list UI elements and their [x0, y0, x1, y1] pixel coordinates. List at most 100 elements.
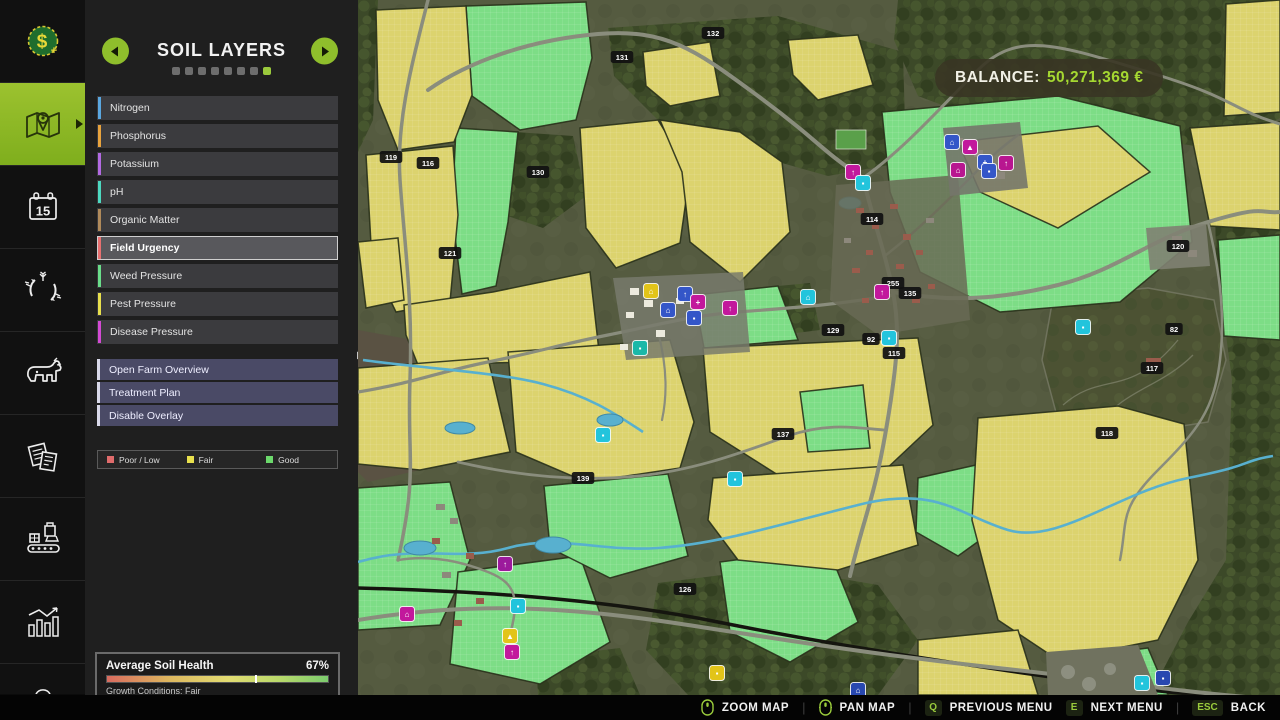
treatment-plan-button[interactable]: Treatment Plan — [97, 382, 338, 403]
svg-text:116: 116 — [422, 159, 434, 168]
svg-text:▪: ▪ — [639, 344, 642, 353]
sidebar-item-calendar[interactable]: 15 — [0, 166, 85, 249]
disable-overlay-button[interactable]: Disable Overlay — [97, 405, 338, 426]
back-control[interactable]: ESC BACK — [1192, 700, 1266, 716]
zoom-map-control[interactable]: ZOOM MAP — [701, 699, 789, 716]
layer-label: pH — [110, 186, 123, 198]
mouse-icon — [819, 699, 832, 716]
svg-text:↑: ↑ — [510, 648, 514, 657]
map-poi-icon[interactable]: + — [691, 295, 706, 310]
map-poi-icon[interactable]: ▪ — [596, 428, 611, 443]
map-poi-icon[interactable]: ▪ — [856, 176, 871, 191]
map-poi-icon[interactable]: ⌂ — [400, 607, 415, 622]
map-poi-icon[interactable]: ▪ — [1076, 320, 1091, 335]
map-poi-icon[interactable]: ▪ — [511, 599, 526, 614]
svg-text:▲: ▲ — [966, 143, 974, 152]
layer-color-bar — [98, 293, 101, 315]
legend-label: Good — [278, 455, 299, 465]
map-poi-icon[interactable]: ⌂ — [661, 303, 676, 318]
sidebar-item-animals[interactable] — [0, 332, 85, 415]
pan-map-control[interactable]: PAN MAP — [819, 699, 896, 716]
next-layer-page-button[interactable] — [311, 38, 338, 65]
layer-color-bar — [98, 321, 101, 343]
layer-item-organic-matter[interactable]: Organic Matter — [97, 208, 338, 232]
map-poi-icon[interactable]: ▲ — [963, 140, 978, 155]
layer-item-nitrogen[interactable]: Nitrogen — [97, 96, 338, 120]
layer-label: Nitrogen — [110, 102, 150, 114]
field-badge-121: 121 — [439, 247, 462, 259]
button-label: Treatment Plan — [109, 387, 180, 399]
map-poi-icon[interactable]: ↑ — [505, 645, 520, 660]
chevron-right-icon — [322, 46, 329, 56]
svg-text:↑: ↑ — [1004, 159, 1008, 168]
map-poi-icon[interactable]: ▪ — [1135, 676, 1150, 691]
layer-color-bar — [98, 153, 101, 175]
layer-item-phosphorus[interactable]: Phosphorus — [97, 124, 338, 148]
svg-text:⌂: ⌂ — [649, 287, 654, 296]
svg-text:↑: ↑ — [851, 168, 855, 177]
layer-item-ph[interactable]: pH — [97, 180, 338, 204]
legend-label: Fair — [199, 455, 214, 465]
open-farm-overview-button[interactable]: Open Farm Overview — [97, 359, 338, 380]
map-poi-icon[interactable]: ▲ — [503, 629, 518, 644]
overlay-legend: Poor / Low Fair Good — [97, 450, 338, 469]
key-q-badge: Q — [925, 700, 942, 716]
map-poi-icon[interactable]: ↑ — [875, 285, 890, 300]
sidebar-item-more[interactable] — [0, 664, 85, 694]
layer-item-pest-pressure[interactable]: Pest Pressure — [97, 292, 338, 316]
documents-icon — [22, 435, 64, 477]
layer-item-weed-pressure[interactable]: Weed Pressure — [97, 264, 338, 288]
game-screen: $ + 15 — [0, 0, 1280, 720]
world-map[interactable]: 1321311191161301211142551351299211512082… — [358, 0, 1280, 695]
map-poi-icon[interactable]: ⌂ — [851, 683, 866, 696]
map-viewport[interactable]: 1321311191161301211142551351299211512082… — [358, 0, 1280, 695]
svg-text:92: 92 — [867, 335, 875, 344]
svg-text:▪: ▪ — [862, 179, 865, 188]
soil-health-bar — [106, 675, 329, 683]
map-poi-icon[interactable]: ⌂ — [801, 290, 816, 305]
svg-text:119: 119 — [385, 153, 397, 162]
next-menu-label: NEXT MENU — [1091, 702, 1163, 714]
cow-icon — [21, 353, 65, 393]
layer-color-bar — [98, 97, 101, 119]
coin-dollar-icon: $ + — [23, 21, 63, 61]
map-poi-icon[interactable]: ▪ — [728, 472, 743, 487]
svg-text:↑: ↑ — [503, 560, 507, 569]
svg-text:▪: ▪ — [517, 602, 520, 611]
map-poi-icon[interactable]: ▪ — [633, 341, 648, 356]
sidebar-item-crop-rotation[interactable] — [0, 249, 85, 332]
map-poi-icon[interactable]: ⌂ — [644, 284, 659, 299]
zoom-map-label: ZOOM MAP — [722, 702, 789, 714]
map-poi-icon[interactable]: ▪ — [982, 164, 997, 179]
next-menu-control[interactable]: E NEXT MENU — [1066, 700, 1163, 716]
map-poi-icon[interactable]: ↑ — [999, 156, 1014, 171]
field-badge-137: 137 — [772, 428, 795, 440]
map-poi-icon[interactable]: ⌂ — [945, 135, 960, 150]
svg-text:120: 120 — [1172, 242, 1185, 251]
map-poi-icon[interactable]: ▪ — [882, 331, 897, 346]
layer-item-disease-pressure[interactable]: Disease Pressure — [97, 320, 338, 344]
previous-menu-control[interactable]: Q PREVIOUS MENU — [925, 700, 1053, 716]
svg-text:115: 115 — [888, 349, 900, 358]
soil-health-box: Average Soil Health 67% Growth Condition… — [95, 652, 340, 700]
map-poi-icon[interactable]: ▪ — [687, 311, 702, 326]
svg-text:15: 15 — [35, 204, 49, 219]
page-dots — [85, 67, 358, 75]
sidebar-item-map[interactable] — [0, 83, 85, 166]
sidebar-item-statistics[interactable] — [0, 581, 85, 664]
pan-map-label: PAN MAP — [840, 702, 896, 714]
legend-label: Poor / Low — [119, 455, 160, 465]
sidebar-item-finances[interactable]: $ + — [0, 0, 85, 83]
sidebar-item-contracts[interactable] — [0, 415, 85, 498]
map-poi-icon[interactable]: ↑ — [498, 557, 513, 572]
svg-text:▪: ▪ — [734, 475, 737, 484]
map-poi-icon[interactable]: ↑ — [723, 301, 738, 316]
field-badge-92: 92 — [862, 333, 879, 345]
field-badge-82: 82 — [1165, 323, 1182, 335]
layer-item-potassium[interactable]: Potassium — [97, 152, 338, 176]
map-poi-icon[interactable]: ⌂ — [951, 163, 966, 178]
map-poi-icon[interactable]: ▪ — [710, 666, 725, 681]
map-poi-icon[interactable]: ▪ — [1156, 671, 1171, 686]
sidebar-item-production[interactable] — [0, 498, 85, 581]
layer-item-field-urgency[interactable]: Field Urgency — [97, 236, 338, 260]
